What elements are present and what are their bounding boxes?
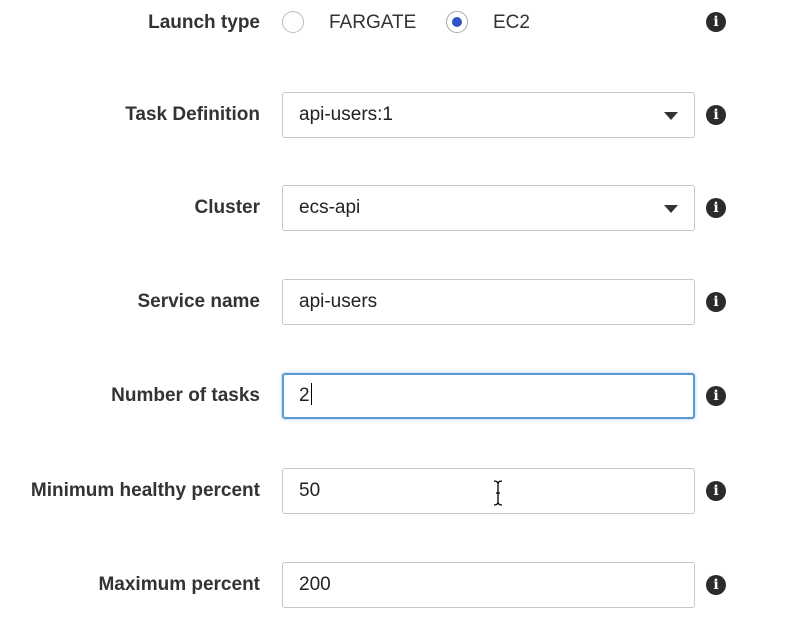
number-of-tasks-row: Number of tasks 2 i [0,373,798,419]
task-definition-row: Task Definition api-users:1 i [0,92,798,138]
task-definition-value: api-users:1 [299,104,393,125]
text-cursor [310,383,312,406]
minimum-healthy-percent-input[interactable]: 50 [282,468,695,514]
service-name-input[interactable]: api-users [282,279,695,325]
info-icon[interactable]: i [706,198,726,218]
maximum-percent-label: Maximum percent [98,574,260,595]
number-of-tasks-label: Number of tasks [111,385,260,406]
task-definition-label: Task Definition [125,104,260,125]
maximum-percent-value: 200 [299,574,331,595]
info-icon[interactable]: i [706,12,726,32]
ibeam-cursor-icon [493,480,503,506]
info-icon[interactable]: i [706,292,726,312]
maximum-percent-input[interactable]: 200 [282,562,695,608]
minimum-healthy-percent-row: Minimum healthy percent 50 i [0,468,798,514]
radio-ec2-label[interactable]: EC2 [493,0,530,46]
chevron-down-icon [664,112,678,120]
cluster-row: Cluster ecs-api i [0,185,798,231]
task-definition-select[interactable]: api-users:1 [282,92,695,138]
radio-ec2[interactable] [446,11,468,33]
service-name-label: Service name [137,291,260,312]
number-of-tasks-input[interactable]: 2 [282,373,695,419]
create-service-form: Launch type FARGATE EC2 i Task Definitio… [0,0,798,622]
radio-fargate[interactable] [282,11,304,33]
info-icon[interactable]: i [706,386,726,406]
number-of-tasks-value: 2 [299,385,310,406]
minimum-healthy-percent-value: 50 [299,480,321,501]
radio-fargate-label[interactable]: FARGATE [329,0,416,46]
launch-type-row: Launch type FARGATE EC2 i [0,0,798,46]
launch-type-label: Launch type [148,12,260,33]
info-icon[interactable]: i [706,575,726,595]
info-icon[interactable]: i [706,481,726,501]
service-name-row: Service name api-users i [0,279,798,325]
cluster-label: Cluster [194,197,260,218]
maximum-percent-row: Maximum percent 200 i [0,562,798,608]
cluster-value: ecs-api [299,197,361,218]
chevron-down-icon [664,205,678,213]
info-icon[interactable]: i [706,105,726,125]
cluster-select[interactable]: ecs-api [282,185,695,231]
service-name-value: api-users [299,291,378,312]
minimum-healthy-percent-label: Minimum healthy percent [30,480,260,501]
